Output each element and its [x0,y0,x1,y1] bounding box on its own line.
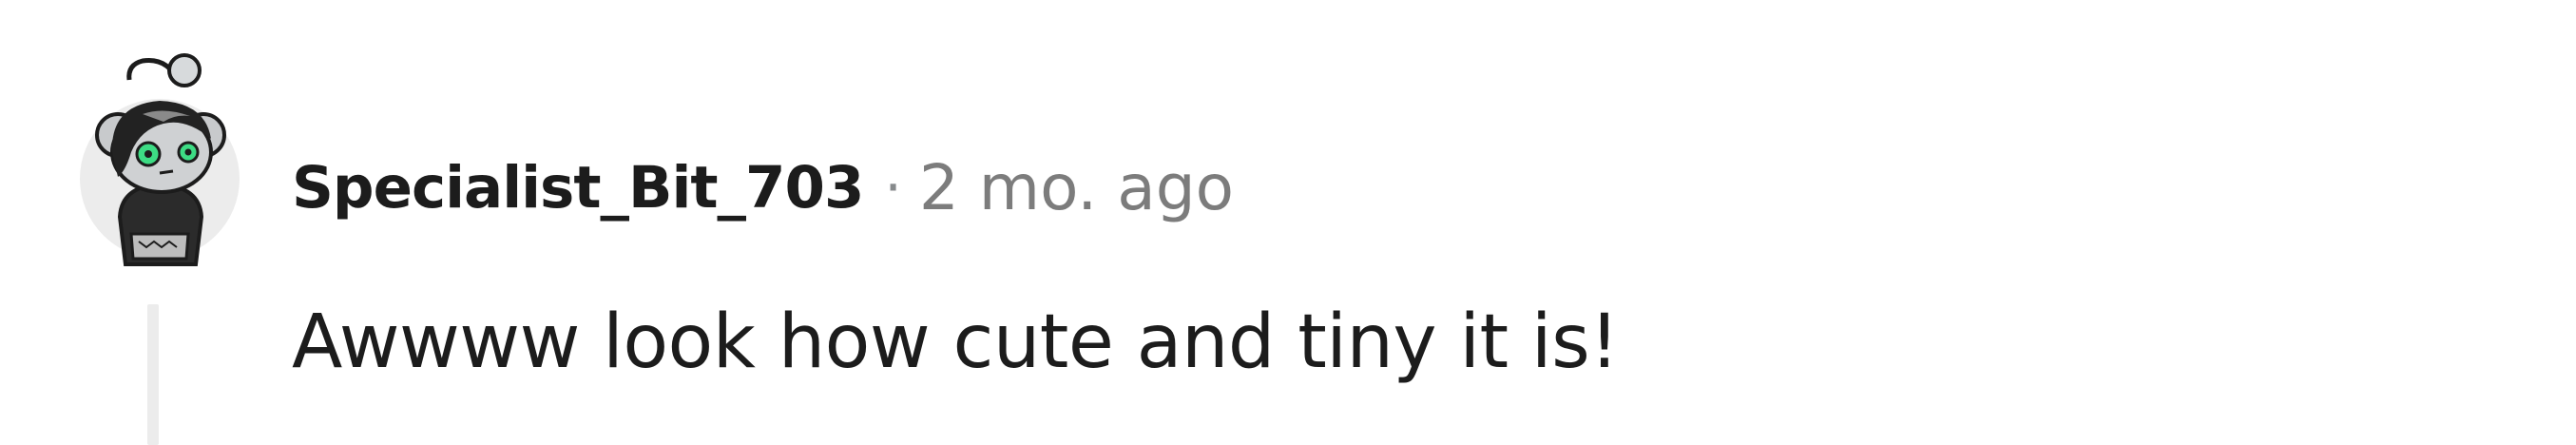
snoo-avatar-icon [80,53,240,266]
comment-body: Awwww look how cute and tiny it is! [292,300,1619,385]
comment-meta: Specialist_Bit_703 · 2 mo. ago [292,145,1234,230]
comment-timestamp[interactable]: 2 mo. ago [919,151,1234,224]
meta-separator: · [884,155,902,220]
username-link[interactable]: Specialist_Bit_703 [292,154,864,222]
user-avatar[interactable] [72,48,253,266]
comment: Specialist_Bit_703 · 2 mo. ago Awwww loo… [0,0,2576,445]
thread-line[interactable] [147,304,159,445]
